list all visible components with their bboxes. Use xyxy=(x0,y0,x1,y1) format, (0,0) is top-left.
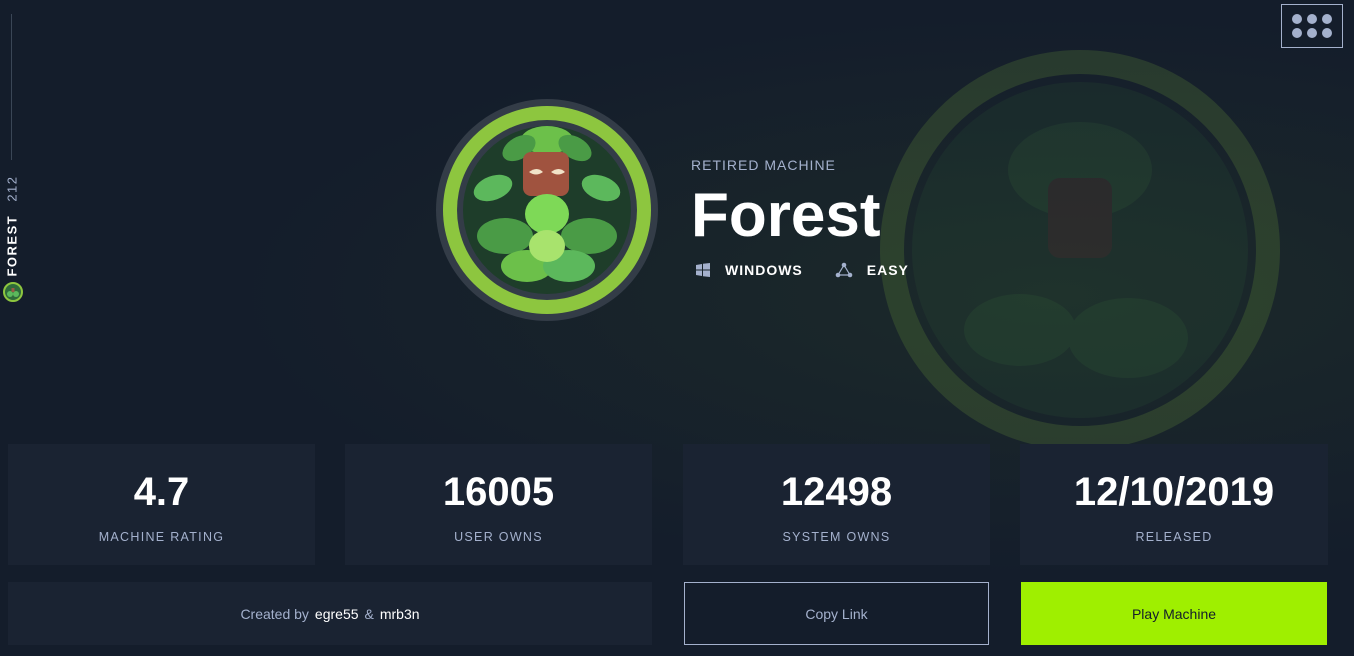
grid-menu-button[interactable] xyxy=(1281,4,1343,48)
stat-released: 12/10/2019 RELEASED xyxy=(1020,444,1328,565)
machine-status: RETIRED MACHINE xyxy=(691,157,836,173)
stat-label: MACHINE RATING xyxy=(98,530,225,544)
stat-label: SYSTEM OWNS xyxy=(782,530,891,544)
background-avatar-watermark xyxy=(880,50,1280,450)
machine-page: FOREST 212 RETIRED MACHINE Forest WINDOW… xyxy=(0,0,1354,656)
stat-user-owns: 16005 USER OWNS xyxy=(345,444,652,565)
creators-panel: Created by egre55 & mrb3n xyxy=(8,582,652,645)
difficulty-tag: EASY xyxy=(835,262,909,278)
forest-avatar-icon[interactable] xyxy=(3,282,23,302)
stat-label: USER OWNS xyxy=(454,530,543,544)
creators-prefix: Created by xyxy=(240,605,309,622)
difficulty-label: EASY xyxy=(866,262,909,278)
stat-value: 12/10/2019 xyxy=(1073,470,1275,514)
creators-separator: & xyxy=(364,605,374,622)
grid-dot xyxy=(1322,28,1332,38)
rail-machine-count: 212 xyxy=(4,175,20,202)
machine-avatar xyxy=(436,99,658,321)
copy-link-button[interactable]: Copy Link xyxy=(684,582,989,645)
rail-divider xyxy=(11,14,12,160)
stat-value: 4.7 xyxy=(133,470,190,514)
play-machine-button[interactable]: Play Machine xyxy=(1021,582,1327,645)
grid-dot xyxy=(1307,28,1317,38)
stat-machine-rating: 4.7 MACHINE RATING xyxy=(8,444,315,565)
creator-link-egre55[interactable]: egre55 xyxy=(315,606,359,622)
stat-label: RELEASED xyxy=(1135,530,1213,544)
os-tag: WINDOWS xyxy=(695,262,803,278)
rail-machine-name: FOREST xyxy=(4,214,20,277)
grid-dot xyxy=(1322,14,1332,24)
grid-dot xyxy=(1307,14,1317,24)
stat-value: 12498 xyxy=(780,470,893,514)
windows-icon xyxy=(696,263,710,277)
difficulty-icon xyxy=(835,262,853,278)
grid-dot xyxy=(1292,28,1302,38)
stat-value: 16005 xyxy=(442,470,555,514)
grid-menu-icon xyxy=(1292,14,1302,24)
creator-link-mrb3n[interactable]: mrb3n xyxy=(380,606,420,622)
rail-machine-label[interactable]: FOREST 212 xyxy=(5,175,20,276)
stat-system-owns: 12498 SYSTEM OWNS xyxy=(683,444,990,565)
machine-title: Forest xyxy=(691,181,881,250)
machine-meta: WINDOWS EASY xyxy=(695,262,941,278)
os-label: WINDOWS xyxy=(725,262,803,278)
